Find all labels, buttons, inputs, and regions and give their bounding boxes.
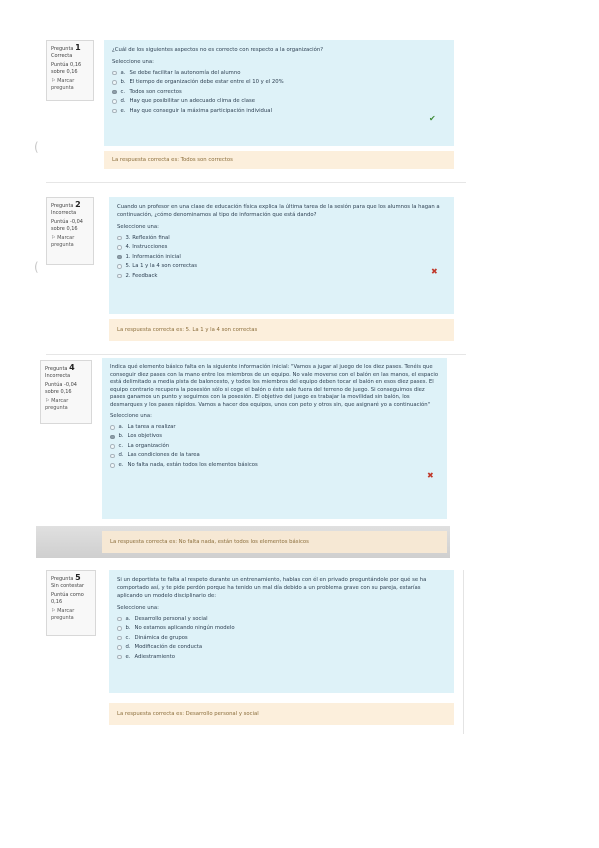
- question-number: Pregunta 4: [45, 363, 75, 373]
- radio-button[interactable]: [112, 70, 117, 75]
- scan-artifact-icon: (: [34, 260, 39, 274]
- answer-option-a[interactable]: a. Se debe facilitar la autonomía del alu…: [112, 68, 446, 78]
- radio-button[interactable]: [112, 80, 117, 85]
- page-edge-line: [463, 570, 464, 734]
- flag-question-link[interactable]: ⚐ Marcar pregunta: [51, 235, 89, 249]
- question-state: Correcta: [51, 53, 73, 59]
- flag-question-link[interactable]: ⚐ Marcar pregunta: [45, 398, 87, 412]
- question-grade: Puntúa como 0,16: [51, 592, 84, 605]
- question-number: Pregunta 1: [51, 43, 81, 53]
- radio-button[interactable]: [110, 463, 115, 468]
- radio-button[interactable]: [117, 635, 122, 640]
- answer-option-e[interactable]: e. Hay que conseguir la máxima participac…: [112, 106, 446, 116]
- select-one-label: Seleccione una:: [110, 413, 152, 419]
- answer-option-1[interactable]: 1. Información inicial: [117, 252, 446, 262]
- answer-option-a[interactable]: a. Desarrollo personal y social: [117, 614, 446, 624]
- question-info-5: Pregunta 5 Sin contestar Puntúa como 0,1…: [46, 570, 96, 636]
- radio-button[interactable]: [112, 89, 117, 94]
- radio-button[interactable]: [110, 434, 115, 439]
- question-prompt: Indica qué elemento básico falta en la s…: [110, 364, 439, 408]
- question-grade: Puntúa 0,16 sobre 0,16: [51, 62, 82, 75]
- question-grade: Puntúa -0,04 sobre 0,16: [51, 219, 83, 232]
- flag-question-link[interactable]: ⚐ Marcar pregunta: [51, 78, 89, 92]
- question-prompt: Si un deportista te falta al respeto dur…: [117, 577, 427, 599]
- radio-button[interactable]: [117, 645, 122, 650]
- answer-options: a. Desarrollo personal y social b. No esta…: [117, 614, 446, 662]
- flag-question-link[interactable]: ⚐ Marcar pregunta: [51, 608, 91, 622]
- answer-option-4[interactable]: 4. Instrucciones: [117, 243, 446, 253]
- answer-option-b[interactable]: b. No estamos aplicando ningún modelo: [117, 624, 446, 634]
- radio-button[interactable]: [112, 99, 117, 104]
- question-content-1: ¿Cuál de los siguientes aspectos no es c…: [104, 40, 454, 146]
- select-one-label: Seleccione una:: [117, 224, 159, 230]
- correct-check-icon: ✔: [429, 114, 436, 123]
- radio-button[interactable]: [117, 235, 122, 240]
- answer-option-b[interactable]: b. Los objetivos: [110, 432, 439, 442]
- question-number: Pregunta 5: [51, 573, 81, 583]
- correct-answer-feedback: La respuesta correcta es: No falta nada,…: [102, 531, 447, 553]
- question-prompt: Cuando un profesor en una clase de educa…: [117, 204, 440, 218]
- radio-button[interactable]: [117, 616, 122, 621]
- question-divider: [46, 354, 466, 355]
- question-grade: Puntúa -0,04 sobre 0,16: [45, 382, 77, 395]
- radio-button[interactable]: [110, 453, 115, 458]
- question-state: Incorrecta: [51, 210, 77, 216]
- answer-option-c[interactable]: c. Dinámica de grupos: [117, 633, 446, 643]
- radio-button[interactable]: [112, 108, 117, 113]
- answer-option-3[interactable]: 3. Reflexión final: [117, 233, 446, 243]
- radio-button[interactable]: [110, 444, 115, 449]
- select-one-label: Seleccione una:: [117, 605, 159, 611]
- correct-answer-feedback: La respuesta correcta es: Todos son corr…: [104, 151, 454, 169]
- radio-button[interactable]: [117, 273, 122, 278]
- answer-option-c[interactable]: c. La organización: [110, 442, 439, 452]
- correct-answer-feedback: La respuesta correcta es: Desarrollo per…: [109, 703, 454, 725]
- incorrect-cross-icon: ✖: [431, 267, 438, 276]
- answer-option-b[interactable]: b. El tiempo de organización debe estar e…: [112, 78, 446, 88]
- radio-button[interactable]: [110, 425, 115, 430]
- radio-button[interactable]: [117, 264, 122, 269]
- question-content-4: Indica qué elemento básico falta en la s…: [102, 358, 447, 519]
- radio-button[interactable]: [117, 626, 122, 631]
- answer-option-e[interactable]: e. No falta nada, están todos los element…: [110, 461, 439, 471]
- answer-option-d[interactable]: d. Las condiciones de la tarea: [110, 451, 439, 461]
- radio-button[interactable]: [117, 254, 122, 259]
- question-info-2: Pregunta 2 Incorrecta Puntúa -0,04 sobre…: [46, 197, 94, 265]
- question-state: Incorrecta: [45, 373, 71, 379]
- question-info-4: Pregunta 4 Incorrecta Puntúa -0,04 sobre…: [40, 360, 92, 424]
- question-prompt: ¿Cuál de los siguientes aspectos no es c…: [112, 47, 324, 53]
- question-number: Pregunta 2: [51, 200, 81, 210]
- answer-option-2[interactable]: 2. Feedback: [117, 271, 446, 281]
- select-one-label: Seleccione una:: [112, 59, 154, 65]
- question-divider: [46, 182, 466, 183]
- answer-options: a. La tarea a realizar b. Los objetivos c.…: [110, 423, 439, 471]
- answer-option-d[interactable]: d. Modificación de conducta: [117, 643, 446, 653]
- correct-answer-feedback: La respuesta correcta es: 5. La 1 y la 4…: [109, 319, 454, 341]
- radio-button[interactable]: [117, 245, 122, 250]
- question-info-1: Pregunta 1 Correcta Puntúa 0,16 sobre 0,…: [46, 40, 94, 101]
- question-state: Sin contestar: [51, 583, 85, 589]
- answer-option-d[interactable]: d. Hay que posibilitar un adecuado clima …: [112, 97, 446, 107]
- answer-options: 3. Reflexión final 4. Instrucciones 1. I…: [117, 233, 446, 281]
- radio-button[interactable]: [117, 654, 122, 659]
- incorrect-cross-icon: ✖: [427, 471, 434, 480]
- answer-option-5[interactable]: 5. La 1 y la 4 son correctas: [117, 262, 446, 272]
- scan-artifact-icon: (: [34, 140, 39, 154]
- question-content-5: Si un deportista te falta al respeto dur…: [109, 570, 454, 693]
- question-content-2: Cuando un profesor en una clase de educa…: [109, 197, 454, 314]
- answer-option-e[interactable]: e. Adiestramiento: [117, 652, 446, 662]
- answer-options: a. Se debe facilitar la autonomía del alu…: [112, 68, 446, 116]
- answer-option-a[interactable]: a. La tarea a realizar: [110, 423, 439, 433]
- answer-option-c[interactable]: c. Todos son correctos: [112, 87, 446, 97]
